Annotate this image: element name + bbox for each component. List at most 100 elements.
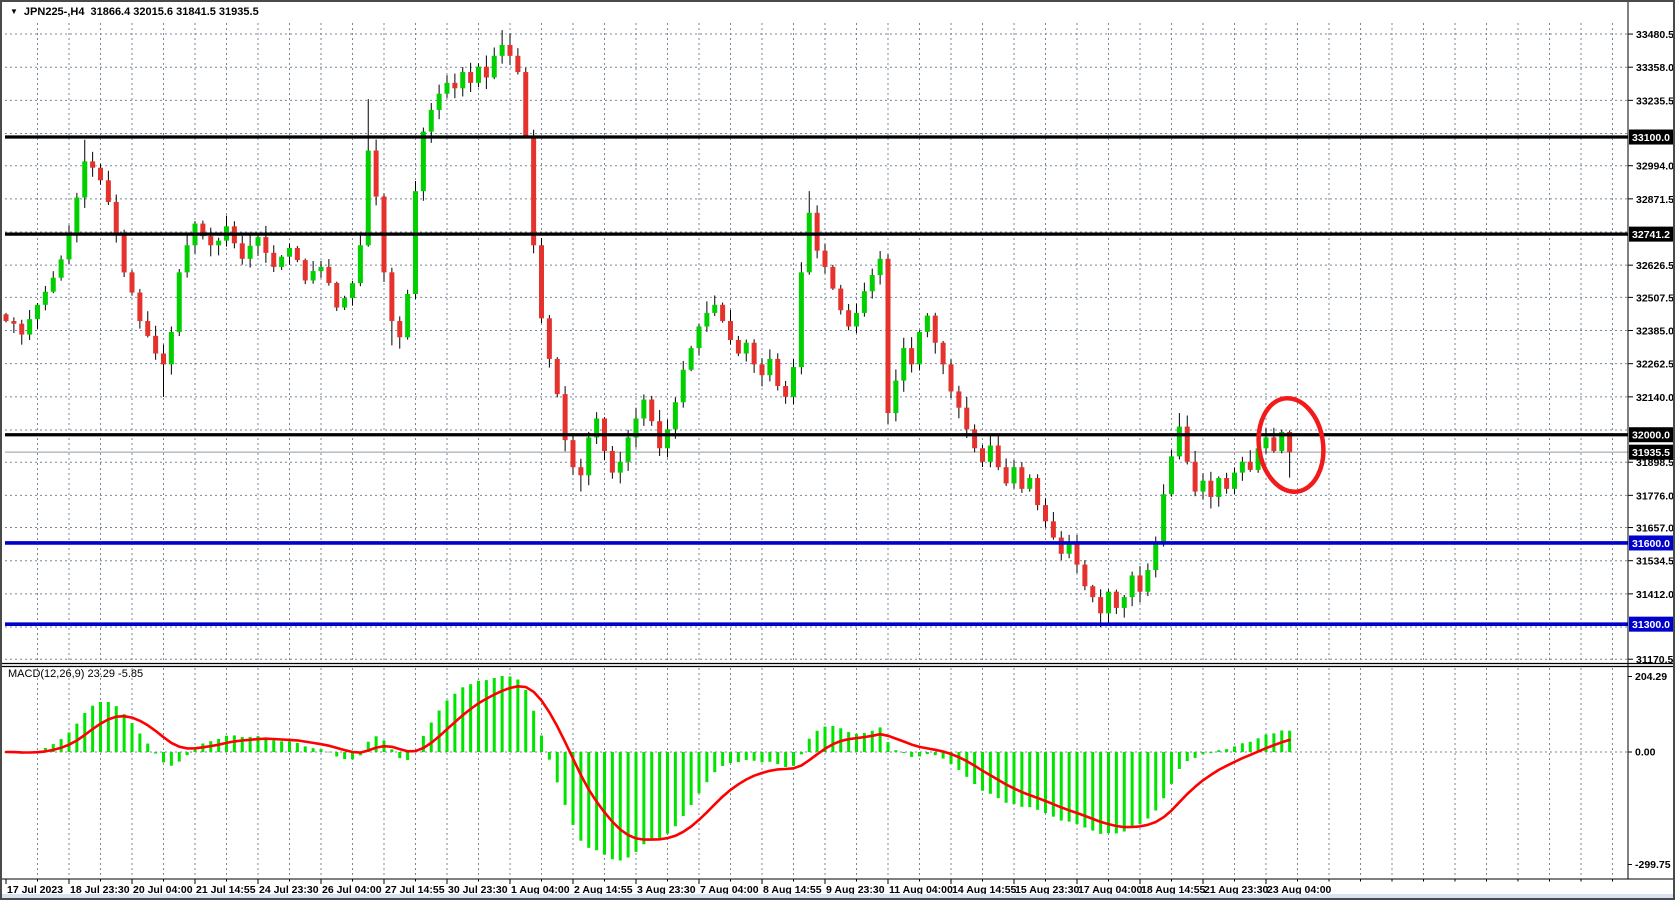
macd-histogram-bar bbox=[170, 752, 173, 766]
macd-histogram-bar bbox=[847, 732, 850, 752]
candle-bearish bbox=[1114, 592, 1119, 608]
candle-bearish bbox=[263, 237, 268, 253]
candle-bullish bbox=[342, 298, 347, 307]
candle-bearish bbox=[823, 251, 828, 267]
resistance-price-badge-label: 33100.0 bbox=[1632, 132, 1670, 144]
candle-bullish bbox=[169, 332, 174, 364]
macd-histogram-bar bbox=[83, 713, 86, 752]
candle-bullish bbox=[862, 291, 867, 313]
macd-histogram-bar bbox=[430, 722, 433, 752]
candle-bearish bbox=[1208, 481, 1213, 497]
macd-histogram-bar bbox=[60, 739, 63, 752]
macd-histogram-bar bbox=[501, 676, 504, 752]
macd-histogram-bar bbox=[296, 743, 299, 752]
chart-window: 33480.533358.033235.532994.032871.532626… bbox=[0, 0, 1675, 900]
macd-histogram-bar bbox=[154, 752, 157, 753]
candle-bullish bbox=[82, 161, 87, 197]
macd-histogram-bar bbox=[335, 752, 338, 756]
macd-histogram-bar bbox=[579, 752, 582, 841]
candlestick-chart[interactable]: 33480.533358.033235.532994.032871.532626… bbox=[2, 2, 1673, 898]
current-price-badge-label: 31935.5 bbox=[1632, 447, 1670, 459]
symbol-period-label: JPN225-,H4 bbox=[24, 6, 85, 18]
candle-bullish bbox=[1145, 570, 1150, 592]
macd-histogram-bar bbox=[642, 752, 645, 844]
candle-bullish bbox=[216, 241, 221, 246]
candle-bearish bbox=[783, 386, 788, 397]
candle-bullish bbox=[1232, 473, 1237, 489]
symbol-dropdown-icon[interactable]: ▼ bbox=[10, 7, 18, 17]
macd-histogram-bar bbox=[556, 752, 559, 782]
candle-bullish bbox=[893, 381, 898, 413]
candle-bullish bbox=[1177, 427, 1182, 457]
candle-bearish bbox=[830, 267, 835, 289]
candle-bullish bbox=[437, 94, 442, 110]
macd-histogram-bar bbox=[1186, 752, 1189, 761]
macd-histogram-bar bbox=[855, 734, 858, 752]
candle-bullish bbox=[925, 316, 930, 332]
candle-bullish bbox=[279, 257, 284, 267]
macd-axis-label: 0.00 bbox=[1635, 747, 1656, 759]
macd-histogram-bar bbox=[178, 752, 181, 762]
macd-histogram-bar bbox=[1170, 752, 1173, 784]
candle-bullish bbox=[413, 191, 418, 294]
candle-bullish bbox=[665, 429, 670, 448]
macd-histogram-bar bbox=[729, 752, 732, 763]
candle-bearish bbox=[980, 448, 985, 462]
candle-bullish bbox=[673, 402, 678, 429]
candle-bearish bbox=[728, 321, 733, 340]
candle-bearish bbox=[19, 324, 24, 335]
macd-histogram-bar bbox=[99, 702, 102, 752]
candle-bearish bbox=[1043, 505, 1048, 521]
candle-bearish bbox=[334, 283, 339, 308]
price-axis-label: 31657.0 bbox=[1636, 523, 1673, 535]
macd-histogram-bar bbox=[1233, 746, 1236, 752]
candle-bearish bbox=[1090, 586, 1095, 597]
macd-histogram-bar bbox=[1107, 752, 1110, 833]
candle-bearish bbox=[752, 343, 757, 365]
candle-bearish bbox=[523, 72, 528, 137]
candle-bearish bbox=[1082, 565, 1087, 587]
macd-histogram-bar bbox=[721, 752, 724, 766]
candle-bullish bbox=[626, 437, 631, 461]
macd-histogram-bar bbox=[611, 752, 614, 859]
candle-bearish bbox=[996, 446, 1001, 468]
candle-bearish bbox=[484, 67, 489, 78]
macd-histogram-bar bbox=[1202, 752, 1205, 754]
macd-histogram-bar bbox=[312, 748, 315, 752]
macd-histogram-bar bbox=[745, 752, 748, 760]
candle-bullish bbox=[319, 267, 324, 271]
candle-bearish bbox=[452, 83, 457, 88]
candle-bearish bbox=[1059, 538, 1064, 554]
macd-histogram-bar bbox=[343, 752, 346, 759]
candle-bullish bbox=[358, 245, 363, 283]
price-axis-label: 33480.5 bbox=[1636, 29, 1673, 41]
macd-histogram-bar bbox=[957, 752, 960, 770]
candle-bullish bbox=[500, 45, 505, 56]
candle-bullish bbox=[43, 292, 48, 305]
macd-histogram-bar bbox=[406, 752, 409, 760]
candle-bearish bbox=[1224, 478, 1229, 489]
macd-histogram-bar bbox=[524, 690, 527, 752]
candle-bullish bbox=[185, 245, 190, 272]
candle-bearish bbox=[122, 234, 127, 272]
macd-histogram-bar bbox=[1178, 752, 1181, 769]
candle-bullish bbox=[586, 437, 591, 475]
macd-histogram-bar bbox=[532, 711, 535, 752]
macd-histogram-bar bbox=[1241, 743, 1244, 752]
macd-histogram-bar bbox=[926, 752, 929, 754]
candle-bearish bbox=[1051, 521, 1056, 537]
macd-histogram-bar bbox=[965, 752, 968, 777]
macd-histogram-bar bbox=[438, 711, 441, 752]
macd-histogram-bar bbox=[918, 752, 921, 756]
candle-bearish bbox=[547, 318, 552, 359]
candle-bullish bbox=[248, 246, 253, 259]
candle-bearish bbox=[98, 168, 103, 181]
candle-bullish bbox=[1161, 494, 1166, 543]
candle-bullish bbox=[74, 198, 79, 235]
macd-histogram-bar bbox=[477, 681, 480, 752]
candle-bullish bbox=[1106, 592, 1111, 614]
macd-histogram-bar bbox=[713, 752, 716, 772]
macd-histogram-bar bbox=[1013, 752, 1016, 804]
candle-bullish bbox=[1122, 597, 1127, 608]
macd-histogram-bar bbox=[461, 687, 464, 752]
